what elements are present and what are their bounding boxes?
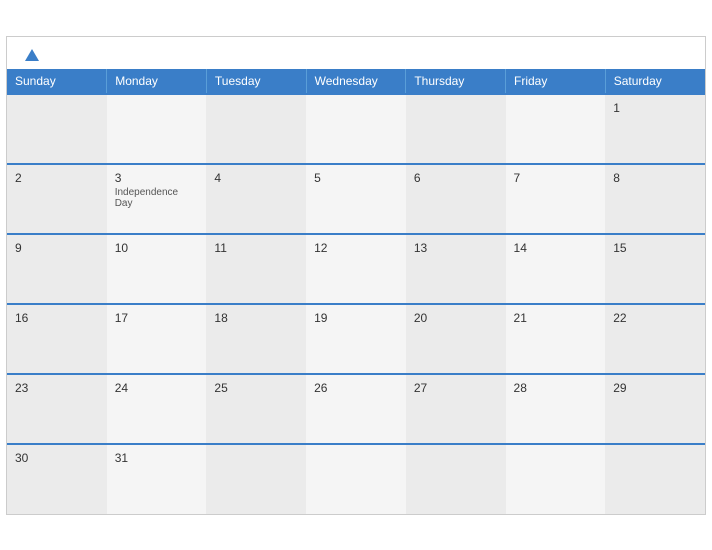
calendar-cell: 23 <box>7 374 107 444</box>
day-number: 7 <box>514 171 598 185</box>
day-number: 17 <box>115 311 199 325</box>
calendar-cell: 21 <box>506 304 606 374</box>
calendar-cell: 19 <box>306 304 406 374</box>
calendar-cell <box>506 94 606 164</box>
calendar-week-row: 16 17 18 19 20 21 22 <box>7 304 705 374</box>
calendar-cell <box>107 94 207 164</box>
calendar-cell: 7 <box>506 164 606 234</box>
calendar-cell: 10 <box>107 234 207 304</box>
calendar-body: 123Independence Day456789101112131415161… <box>7 94 705 514</box>
calendar-cell: 30 <box>7 444 107 514</box>
day-number: 26 <box>314 381 398 395</box>
day-number: 5 <box>314 171 398 185</box>
calendar-cell: 12 <box>306 234 406 304</box>
weekday-header-wednesday: Wednesday <box>306 69 406 94</box>
event-label: Independence Day <box>115 187 199 209</box>
day-number: 19 <box>314 311 398 325</box>
calendar-cell: 25 <box>206 374 306 444</box>
calendar-cell: 3 Independence Day <box>107 164 207 234</box>
calendar-cell: 16 <box>7 304 107 374</box>
day-number: 13 <box>414 241 498 255</box>
calendar-cell: 18 <box>206 304 306 374</box>
calendar-cell: 4 <box>206 164 306 234</box>
calendar-cell: 20 <box>406 304 506 374</box>
day-number: 12 <box>314 241 398 255</box>
calendar-cell: 5 <box>306 164 406 234</box>
calendar-cell: 28 <box>506 374 606 444</box>
weekday-header-tuesday: Tuesday <box>206 69 306 94</box>
day-number: 21 <box>514 311 598 325</box>
calendar-cell <box>206 94 306 164</box>
weekday-header-saturday: Saturday <box>605 69 705 94</box>
day-number: 27 <box>414 381 498 395</box>
day-number: 11 <box>214 241 298 255</box>
calendar-cell: 27 <box>406 374 506 444</box>
calendar-week-row: 30 31 <box>7 444 705 514</box>
weekday-header-friday: Friday <box>506 69 606 94</box>
weekday-header-monday: Monday <box>107 69 207 94</box>
day-number: 28 <box>514 381 598 395</box>
calendar-container: SundayMondayTuesdayWednesdayThursdayFrid… <box>6 36 706 515</box>
day-number: 8 <box>613 171 697 185</box>
calendar-cell <box>506 444 606 514</box>
calendar-cell: 31 <box>107 444 207 514</box>
day-number: 10 <box>115 241 199 255</box>
calendar-cell: 8 <box>605 164 705 234</box>
calendar-cell: 22 <box>605 304 705 374</box>
calendar-week-row: 9 10 11 12 13 14 15 <box>7 234 705 304</box>
day-number: 6 <box>414 171 498 185</box>
calendar-week-row: 1 <box>7 94 705 164</box>
day-number: 18 <box>214 311 298 325</box>
calendar-cell: 15 <box>605 234 705 304</box>
calendar-thead: SundayMondayTuesdayWednesdayThursdayFrid… <box>7 69 705 94</box>
calendar-cell <box>206 444 306 514</box>
day-number: 3 <box>115 171 199 185</box>
day-number: 14 <box>514 241 598 255</box>
day-number: 23 <box>15 381 99 395</box>
weekday-header-thursday: Thursday <box>406 69 506 94</box>
day-number: 20 <box>414 311 498 325</box>
day-number: 30 <box>15 451 99 465</box>
logo <box>23 49 39 61</box>
calendar-cell: 9 <box>7 234 107 304</box>
weekday-header-sunday: Sunday <box>7 69 107 94</box>
calendar-cell: 2 <box>7 164 107 234</box>
calendar-cell: 29 <box>605 374 705 444</box>
calendar-cell: 13 <box>406 234 506 304</box>
day-number: 4 <box>214 171 298 185</box>
day-number: 31 <box>115 451 199 465</box>
calendar-cell <box>605 444 705 514</box>
day-number: 22 <box>613 311 697 325</box>
calendar-cell: 26 <box>306 374 406 444</box>
calendar-cell: 1 <box>605 94 705 164</box>
calendar-week-row: 23 24 25 26 27 28 29 <box>7 374 705 444</box>
day-number: 29 <box>613 381 697 395</box>
calendar-cell: 6 <box>406 164 506 234</box>
day-number: 15 <box>613 241 697 255</box>
day-number: 9 <box>15 241 99 255</box>
calendar-cell: 17 <box>107 304 207 374</box>
calendar-grid: SundayMondayTuesdayWednesdayThursdayFrid… <box>7 69 705 514</box>
day-number: 1 <box>613 101 697 115</box>
calendar-header <box>7 37 705 69</box>
day-number: 2 <box>15 171 99 185</box>
calendar-cell <box>7 94 107 164</box>
calendar-cell <box>306 94 406 164</box>
calendar-cell: 24 <box>107 374 207 444</box>
calendar-cell <box>406 444 506 514</box>
calendar-week-row: 2 3 Independence Day 4 5 6 7 8 <box>7 164 705 234</box>
calendar-cell <box>306 444 406 514</box>
weekday-header-row: SundayMondayTuesdayWednesdayThursdayFrid… <box>7 69 705 94</box>
calendar-cell: 11 <box>206 234 306 304</box>
day-number: 16 <box>15 311 99 325</box>
logo-triangle-icon <box>25 49 39 61</box>
day-number: 24 <box>115 381 199 395</box>
day-number: 25 <box>214 381 298 395</box>
calendar-cell: 14 <box>506 234 606 304</box>
calendar-cell <box>406 94 506 164</box>
